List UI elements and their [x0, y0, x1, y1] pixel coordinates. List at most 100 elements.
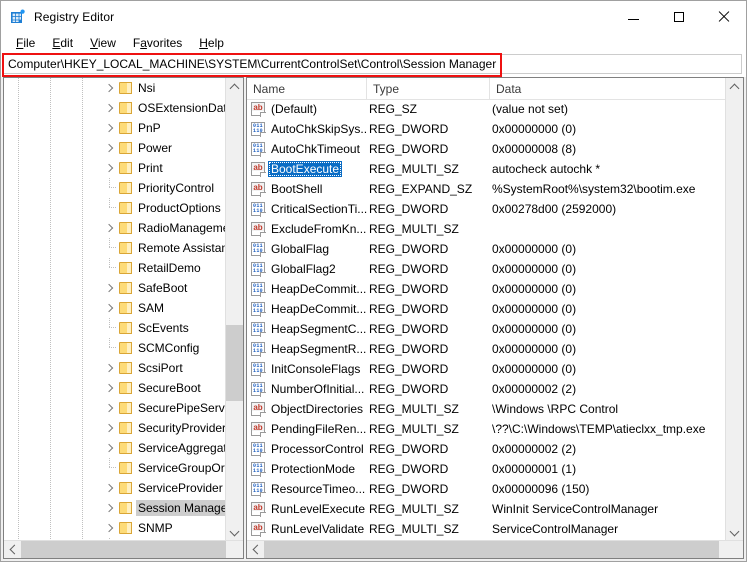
menu-item-edit[interactable]: Edit: [44, 34, 82, 52]
tree-item-osextensiondata[interactable]: OSExtensionData: [4, 98, 226, 118]
value-row[interactable]: ab (Default) REG_SZ (value not set): [247, 99, 726, 119]
value-row[interactable]: 011 110 HeapSegmentC... REG_DWORD 0x00000000…: [247, 319, 726, 339]
tree-item-securityproviders[interactable]: SecurityProviders: [4, 418, 226, 438]
value-row[interactable]: ab RunLevelExecute REG_MULTI_SZ WinInit Ser…: [247, 499, 726, 519]
string-value-icon: ab: [251, 161, 266, 177]
value-row[interactable]: 011 110 NumberOfInitial... REG_DWORD 0x00000…: [247, 379, 726, 399]
tree-guide-line: [50, 398, 51, 418]
value-row[interactable]: 011 110 HeapDeCommit... REG_DWORD 0x00000000…: [247, 299, 726, 319]
menu-item-file[interactable]: File: [8, 34, 44, 52]
tree-item-safeboot[interactable]: SafeBoot: [4, 278, 226, 298]
column-header-data[interactable]: Data: [490, 78, 743, 99]
registry-tree[interactable]: Nsi OSExtensionData PnP Power Print PriorityC…: [4, 78, 226, 541]
close-button[interactable]: [701, 1, 746, 32]
tree-item-radiomanageme[interactable]: RadioManageme: [4, 218, 226, 238]
tree-leaf-connector: [102, 258, 118, 278]
expand-chevron-icon[interactable]: [102, 358, 118, 378]
expand-chevron-icon[interactable]: [102, 218, 118, 238]
values-scroll-up-button[interactable]: [726, 78, 743, 95]
value-row[interactable]: 011 110 AutoChkTimeout REG_DWORD 0x00000008 …: [247, 139, 726, 159]
tree-item-pnp[interactable]: PnP: [4, 118, 226, 138]
expand-chevron-icon[interactable]: [102, 418, 118, 438]
value-data-cell: 0x00278d00 (2592000): [492, 202, 617, 216]
values-scroll-down-button[interactable]: [726, 524, 743, 541]
value-row[interactable]: 011 110 GlobalFlag2 REG_DWORD 0x00000000 (0): [247, 259, 726, 279]
value-row[interactable]: 011 110 HeapSegmentR... REG_DWORD 0x00000000…: [247, 339, 726, 359]
expand-chevron-icon[interactable]: [102, 478, 118, 498]
tree-item-prioritycontrol[interactable]: PriorityControl: [4, 178, 226, 198]
tree-guide-line: [82, 218, 83, 238]
expand-chevron-icon[interactable]: [102, 158, 118, 178]
menu-item-favorites[interactable]: Favorites: [125, 34, 191, 52]
tree-item-scsiport[interactable]: ScsiPort: [4, 358, 226, 378]
folder-icon: [118, 261, 134, 275]
value-row[interactable]: ab PendingFileRen... REG_MULTI_SZ \??\C:\Wi…: [247, 419, 726, 439]
tree-item-scevents[interactable]: ScEvents: [4, 318, 226, 338]
registry-path-input[interactable]: Computer\HKEY_LOCAL_MACHINE\SYSTEM\Curre…: [3, 54, 742, 74]
value-row[interactable]: ab BootExecute REG_MULTI_SZ autocheck autoc…: [247, 159, 726, 179]
value-row[interactable]: 011 110 ProcessorControl REG_DWORD 0x0000000…: [247, 439, 726, 459]
values-scroll-left-button[interactable]: [247, 541, 264, 558]
tree-item-productoptions[interactable]: ProductOptions: [4, 198, 226, 218]
tree-hscrollbar-thumb[interactable]: [21, 541, 243, 558]
menu-item-view[interactable]: View: [82, 34, 125, 52]
expand-chevron-icon[interactable]: [102, 118, 118, 138]
tree-item-session-manager[interactable]: Session Manager: [4, 498, 226, 518]
tree-item-print[interactable]: Print: [4, 158, 226, 178]
tree-scroll-down-button[interactable]: [226, 524, 243, 541]
value-row[interactable]: ab ExcludeFromKn... REG_MULTI_SZ: [247, 219, 726, 239]
menu-item-help[interactable]: Help: [191, 34, 233, 52]
value-row[interactable]: 011 110 InitConsoleFlags REG_DWORD 0x0000000…: [247, 359, 726, 379]
value-row[interactable]: ab BootShell REG_EXPAND_SZ %SystemRoot%\sys…: [247, 179, 726, 199]
value-row[interactable]: 011 110 CriticalSectionTi... REG_DWORD 0x002…: [247, 199, 726, 219]
tree-item-sam[interactable]: SAM: [4, 298, 226, 318]
tree-item-servicegroupord[interactable]: ServiceGroupOrd: [4, 458, 226, 478]
tree-item-remote-assistan[interactable]: Remote Assistan: [4, 238, 226, 258]
expand-chevron-icon[interactable]: [102, 398, 118, 418]
column-header-name[interactable]: Name: [247, 78, 367, 99]
tree-leaf-connector: [102, 198, 118, 218]
value-row[interactable]: ab ObjectDirectories REG_MULTI_SZ \Windows …: [247, 399, 726, 419]
tree-item-serviceaggregate[interactable]: ServiceAggregate: [4, 438, 226, 458]
expand-chevron-icon[interactable]: [102, 378, 118, 398]
tree-scroll-up-button[interactable]: [226, 78, 243, 95]
values-hscrollbar-thumb[interactable]: [264, 541, 719, 558]
expand-chevron-icon[interactable]: [102, 278, 118, 298]
value-row[interactable]: 011 110 AutoChkSkipSys... REG_DWORD 0x000000…: [247, 119, 726, 139]
expand-chevron-icon[interactable]: [102, 98, 118, 118]
value-row[interactable]: ab RunLevelValidate REG_MULTI_SZ ServiceCon…: [247, 519, 726, 539]
expand-chevron-icon[interactable]: [102, 498, 118, 518]
tree-item-snmp[interactable]: SNMP: [4, 518, 226, 538]
value-row[interactable]: 011 110 GlobalFlag REG_DWORD 0x00000000 (0): [247, 239, 726, 259]
tree-item-power[interactable]: Power: [4, 138, 226, 158]
tree-item-serviceprovider[interactable]: ServiceProvider: [4, 478, 226, 498]
tree-horizontal-scrollbar[interactable]: [4, 540, 243, 558]
expand-chevron-icon[interactable]: [102, 518, 118, 538]
value-type-cell: REG_DWORD: [369, 342, 449, 356]
tree-guide-line: [18, 138, 19, 158]
expand-chevron-icon[interactable]: [102, 78, 118, 98]
tree-scrollbar-corner: [226, 541, 243, 558]
tree-scrollbar-thumb[interactable]: [226, 325, 243, 401]
tree-item-retaildemo[interactable]: RetailDemo: [4, 258, 226, 278]
registry-values-list[interactable]: ab (Default) REG_SZ (value not set) 011 110 Au…: [247, 99, 726, 541]
tree-item-scmconfig[interactable]: SCMConfig: [4, 338, 226, 358]
minimize-button[interactable]: [611, 1, 656, 32]
expand-chevron-icon[interactable]: [102, 298, 118, 318]
expand-chevron-icon[interactable]: [102, 438, 118, 458]
value-row[interactable]: 011 110 ResourceTimeo... REG_DWORD 0x0000009…: [247, 479, 726, 499]
tree-item-securepipeserver[interactable]: SecurePipeServer: [4, 398, 226, 418]
tree-scroll-left-button[interactable]: [4, 541, 21, 558]
value-row[interactable]: 011 110 HeapDeCommit... REG_DWORD 0x00000000…: [247, 279, 726, 299]
tree-item-label: SecurityProviders: [138, 421, 226, 435]
maximize-button[interactable]: [656, 1, 701, 32]
title-bar[interactable]: Registry Editor: [1, 1, 746, 32]
value-row[interactable]: 011 110 ProtectionMode REG_DWORD 0x00000001 …: [247, 459, 726, 479]
column-header-type[interactable]: Type: [367, 78, 490, 99]
values-vertical-scrollbar[interactable]: [725, 78, 743, 541]
tree-item-secureboot[interactable]: SecureBoot: [4, 378, 226, 398]
expand-chevron-icon[interactable]: [102, 138, 118, 158]
tree-item-nsi[interactable]: Nsi: [4, 78, 226, 98]
tree-vertical-scrollbar[interactable]: [225, 78, 243, 541]
values-horizontal-scrollbar[interactable]: [247, 540, 743, 558]
